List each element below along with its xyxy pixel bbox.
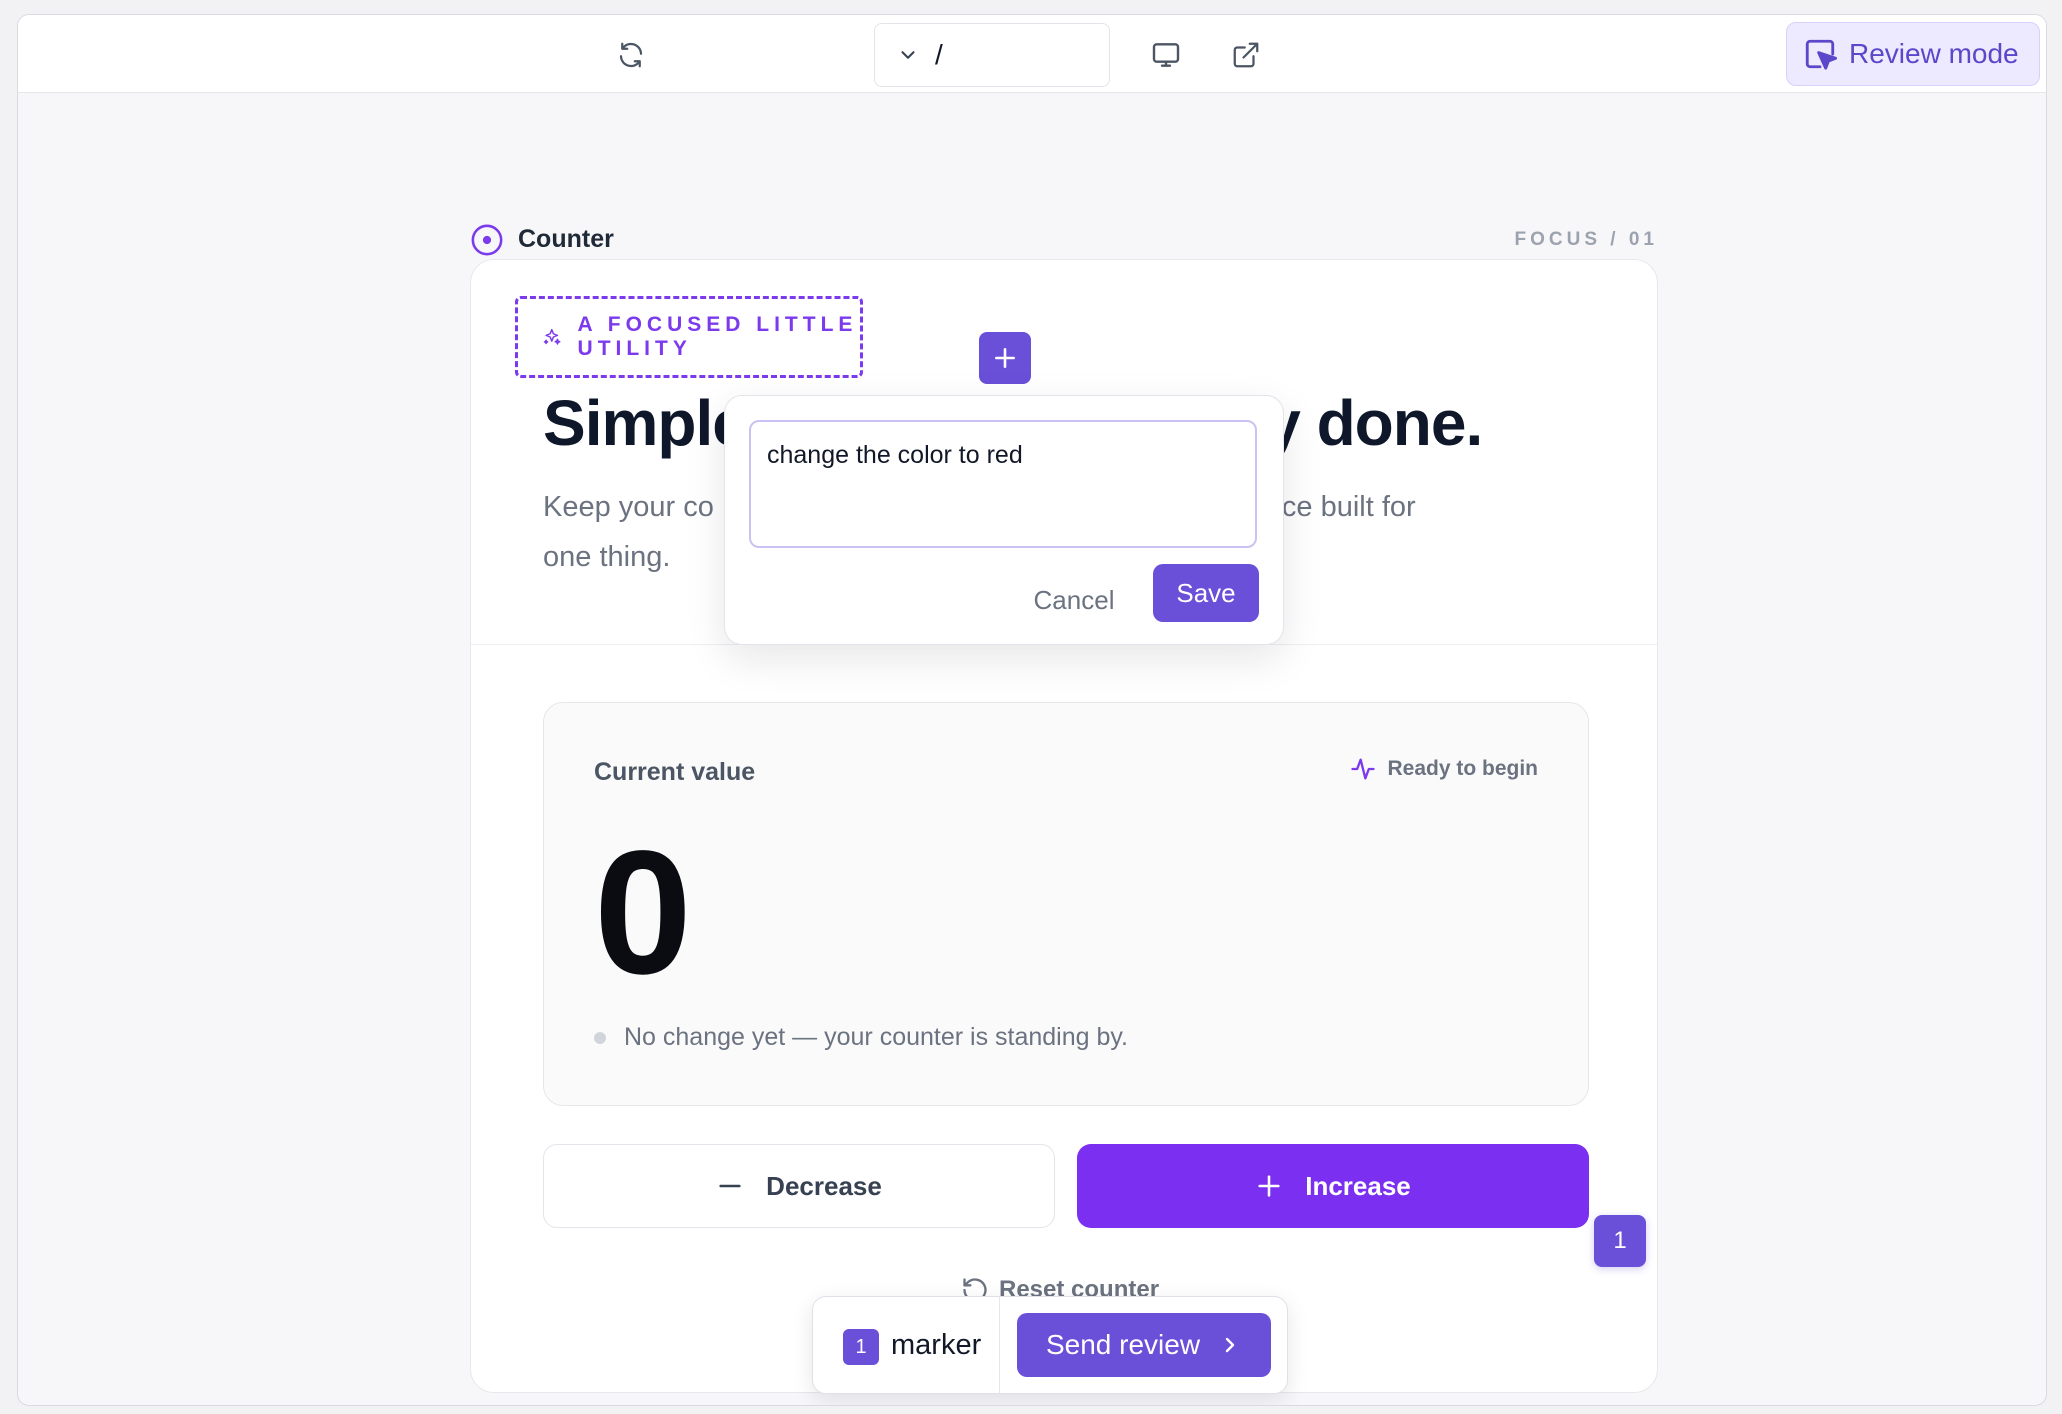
review-bar: 1 marker Send review bbox=[812, 1296, 1288, 1394]
minus-icon bbox=[719, 1184, 741, 1188]
decrease-label: Decrease bbox=[766, 1170, 882, 1201]
separator bbox=[999, 1297, 1000, 1393]
subtitle-start: Keep your co bbox=[543, 491, 714, 523]
monitor-icon[interactable] bbox=[1146, 35, 1186, 75]
route-path: / bbox=[935, 39, 943, 70]
status-text: Ready to begin bbox=[1387, 757, 1538, 780]
subtitle-line2: one thing. bbox=[543, 541, 671, 573]
increase-label: Increase bbox=[1305, 1170, 1411, 1201]
status-indicator: Ready to begin bbox=[1349, 755, 1538, 783]
activity-icon bbox=[1351, 758, 1376, 780]
status-dot bbox=[594, 1031, 606, 1044]
comment-input[interactable]: change the color to red bbox=[749, 420, 1257, 548]
decrease-button[interactable]: Decrease bbox=[543, 1144, 1055, 1228]
change-note: No change yet — your counter is standing… bbox=[594, 1023, 1128, 1052]
value-panel: Current value Ready to begin 0 No change… bbox=[543, 702, 1589, 1106]
utility-tag[interactable]: A FOCUSED LITTLE UTILITY bbox=[515, 296, 863, 378]
marker-pin[interactable]: 1 bbox=[1594, 1215, 1646, 1267]
chevron-down-icon bbox=[897, 44, 919, 66]
review-mode-button[interactable]: Review mode bbox=[1786, 22, 2040, 86]
comment-popup: change the color to red Cancel Save bbox=[724, 395, 1284, 645]
add-marker-button[interactable] bbox=[979, 332, 1031, 384]
send-review-label: Send review bbox=[1045, 1329, 1201, 1360]
plus-icon bbox=[995, 348, 1015, 368]
refresh-icon[interactable] bbox=[611, 35, 651, 75]
subtitle-end: ce built for bbox=[1281, 491, 1416, 523]
counter-value: 0 bbox=[594, 815, 692, 1011]
review-mode-label: Review mode bbox=[1849, 38, 2019, 69]
target-icon bbox=[471, 224, 503, 256]
sparkles-icon bbox=[543, 328, 561, 345]
focus-label: FOCUS / 01 bbox=[1514, 229, 1658, 250]
cancel-button[interactable]: Cancel bbox=[1009, 572, 1139, 628]
cursor-square-icon bbox=[1805, 39, 1837, 70]
route-selector[interactable]: / bbox=[874, 23, 1110, 87]
marker-count-label: marker bbox=[891, 1329, 982, 1361]
send-review-button[interactable]: Send review bbox=[1017, 1313, 1271, 1377]
increase-button[interactable]: Increase bbox=[1077, 1144, 1589, 1228]
marker-count-badge: 1 bbox=[843, 1329, 879, 1365]
tag-label: A FOCUSED LITTLE UTILITY bbox=[577, 313, 858, 360]
browser-window: / Review mode Counter FOCUS / 01 A FOCUS… bbox=[17, 14, 2047, 1406]
open-external-icon[interactable] bbox=[1226, 35, 1266, 75]
preview-toolbar: / Review mode bbox=[18, 15, 2046, 93]
plus-icon bbox=[1258, 1175, 1280, 1197]
save-button[interactable]: Save bbox=[1153, 564, 1259, 622]
section-title: Counter bbox=[518, 225, 614, 253]
section-header: Counter FOCUS / 01 bbox=[470, 223, 1658, 257]
change-note-text: No change yet — your counter is standing… bbox=[624, 1023, 1128, 1051]
headline-start: Simple bbox=[543, 387, 748, 459]
current-value-label: Current value bbox=[594, 758, 756, 786]
chevron-right-icon bbox=[1225, 1337, 1235, 1353]
